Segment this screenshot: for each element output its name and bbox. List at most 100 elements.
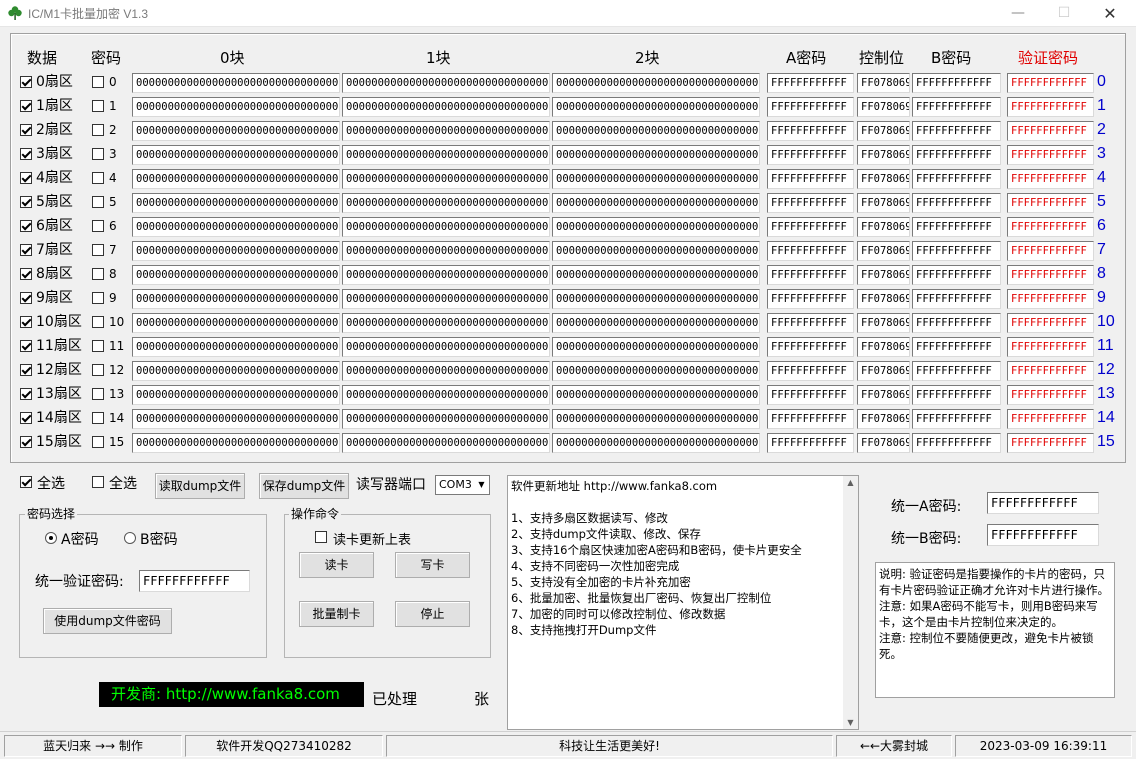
b-key-field[interactable]: FFFFFFFFFFFF [912,217,1001,237]
verify-key-field[interactable]: FFFFFFFFFFFF [1007,169,1094,189]
block2-field[interactable]: 00000000000000000000000000000000 [552,145,760,165]
block2-field[interactable]: 00000000000000000000000000000000 [552,313,760,333]
sector-password-checkbox[interactable] [92,220,104,235]
b-key-field[interactable]: FFFFFFFFFFFF [912,385,1001,405]
sector-data-checkbox[interactable] [20,364,32,379]
a-key-field[interactable]: FFFFFFFFFFFF [767,145,854,165]
block1-field[interactable]: 00000000000000000000000000000000 [342,385,550,405]
sector-data-checkbox[interactable] [20,124,32,139]
sector-data-checkbox[interactable] [20,220,32,235]
block2-field[interactable]: 00000000000000000000000000000000 [552,433,760,453]
control-field[interactable]: FF078069 [857,169,910,189]
sector-password-checkbox[interactable] [92,388,104,403]
scroll-down-icon[interactable]: ▼ [843,718,858,727]
close-button[interactable]: ✕ [1087,0,1133,27]
block0-field[interactable]: 00000000000000000000000000000000 [132,313,340,333]
a-key-field[interactable]: FFFFFFFFFFFF [767,217,854,237]
sector-password-checkbox[interactable] [92,124,104,139]
sector-password-checkbox[interactable] [92,316,104,331]
block0-field[interactable]: 00000000000000000000000000000000 [132,409,340,429]
a-key-field[interactable]: FFFFFFFFFFFF [767,433,854,453]
block0-field[interactable]: 00000000000000000000000000000000 [132,73,340,93]
block2-field[interactable]: 00000000000000000000000000000000 [552,289,760,309]
a-key-field[interactable]: FFFFFFFFFFFF [767,289,854,309]
sector-password-checkbox[interactable] [92,196,104,211]
block1-field[interactable]: 00000000000000000000000000000000 [342,361,550,381]
block0-field[interactable]: 00000000000000000000000000000000 [132,241,340,261]
sector-password-checkbox[interactable] [92,172,104,187]
sector-data-checkbox[interactable] [20,388,32,403]
block2-field[interactable]: 00000000000000000000000000000000 [552,97,760,117]
dropdown-arrow-icon[interactable]: ▼ [474,476,489,494]
block0-field[interactable]: 00000000000000000000000000000000 [132,193,340,213]
unify-a-input[interactable]: FFFFFFFFFFFF [987,492,1099,514]
verify-key-field[interactable]: FFFFFFFFFFFF [1007,409,1094,429]
sector-data-checkbox[interactable] [20,268,32,283]
a-key-field[interactable]: FFFFFFFFFFFF [767,313,854,333]
sector-data-checkbox[interactable] [20,172,32,187]
block1-field[interactable]: 00000000000000000000000000000000 [342,265,550,285]
block2-field[interactable]: 00000000000000000000000000000000 [552,265,760,285]
verify-key-field[interactable]: FFFFFFFFFFFF [1007,145,1094,165]
block0-field[interactable]: 00000000000000000000000000000000 [132,169,340,189]
control-field[interactable]: FF078069 [857,121,910,141]
a-key-field[interactable]: FFFFFFFFFFFF [767,169,854,189]
a-key-field[interactable]: FFFFFFFFFFFF [767,409,854,429]
port-select[interactable]: COM3 ▼ [435,475,490,495]
sector-password-checkbox[interactable] [92,100,104,115]
verify-key-field[interactable]: FFFFFFFFFFFF [1007,193,1094,213]
block0-field[interactable]: 00000000000000000000000000000000 [132,145,340,165]
block2-field[interactable]: 00000000000000000000000000000000 [552,193,760,213]
read-card-button[interactable]: 读卡 [299,552,374,578]
verify-key-field[interactable]: FFFFFFFFFFFF [1007,265,1094,285]
sector-data-checkbox[interactable] [20,436,32,451]
block1-field[interactable]: 00000000000000000000000000000000 [342,97,550,117]
control-field[interactable]: FF078069 [857,217,910,237]
control-field[interactable]: FF078069 [857,289,910,309]
block2-field[interactable]: 00000000000000000000000000000000 [552,361,760,381]
b-key-field[interactable]: FFFFFFFFFFFF [912,265,1001,285]
minimize-button[interactable]: — [995,0,1041,27]
b-password-radio[interactable] [124,532,136,547]
verify-key-field[interactable]: FFFFFFFFFFFF [1007,217,1094,237]
block1-field[interactable]: 00000000000000000000000000000000 [342,217,550,237]
b-key-field[interactable]: FFFFFFFFFFFF [912,241,1001,261]
sector-data-checkbox[interactable] [20,76,32,91]
verify-key-field[interactable]: FFFFFFFFFFFF [1007,361,1094,381]
block0-field[interactable]: 00000000000000000000000000000000 [132,385,340,405]
sector-data-checkbox[interactable] [20,196,32,211]
block0-field[interactable]: 00000000000000000000000000000000 [132,337,340,357]
verify-key-field[interactable]: FFFFFFFFFFFF [1007,289,1094,309]
verify-key-field[interactable]: FFFFFFFFFFFF [1007,385,1094,405]
sector-password-checkbox[interactable] [92,268,104,283]
control-field[interactable]: FF078069 [857,145,910,165]
block1-field[interactable]: 00000000000000000000000000000000 [342,409,550,429]
block1-field[interactable]: 00000000000000000000000000000000 [342,433,550,453]
block2-field[interactable]: 00000000000000000000000000000000 [552,385,760,405]
block1-field[interactable]: 00000000000000000000000000000000 [342,193,550,213]
sector-password-checkbox[interactable] [92,412,104,427]
b-key-field[interactable]: FFFFFFFFFFFF [912,97,1001,117]
scroll-up-icon[interactable]: ▲ [843,478,858,487]
sector-data-checkbox[interactable] [20,340,32,355]
block0-field[interactable]: 00000000000000000000000000000000 [132,289,340,309]
info-memo[interactable]: 软件更新地址 http://www.fanka8.com 1、支持多扇区数据读写、… [507,475,859,730]
sector-data-checkbox[interactable] [20,244,32,259]
verify-key-field[interactable]: FFFFFFFFFFFF [1007,313,1094,333]
sector-password-checkbox[interactable] [92,340,104,355]
b-key-field[interactable]: FFFFFFFFFFFF [912,193,1001,213]
unified-verify-input[interactable]: FFFFFFFFFFFF [139,570,250,592]
b-key-field[interactable]: FFFFFFFFFFFF [912,121,1001,141]
verify-key-field[interactable]: FFFFFFFFFFFF [1007,73,1094,93]
sector-password-checkbox[interactable] [92,292,104,307]
block0-field[interactable]: 00000000000000000000000000000000 [132,433,340,453]
block1-field[interactable]: 00000000000000000000000000000000 [342,73,550,93]
a-key-field[interactable]: FFFFFFFFFFFF [767,193,854,213]
control-field[interactable]: FF078069 [857,241,910,261]
block1-field[interactable]: 00000000000000000000000000000000 [342,337,550,357]
control-field[interactable]: FF078069 [857,385,910,405]
sector-data-checkbox[interactable] [20,412,32,427]
control-field[interactable]: FF078069 [857,361,910,381]
block1-field[interactable]: 00000000000000000000000000000000 [342,313,550,333]
a-key-field[interactable]: FFFFFFFFFFFF [767,121,854,141]
